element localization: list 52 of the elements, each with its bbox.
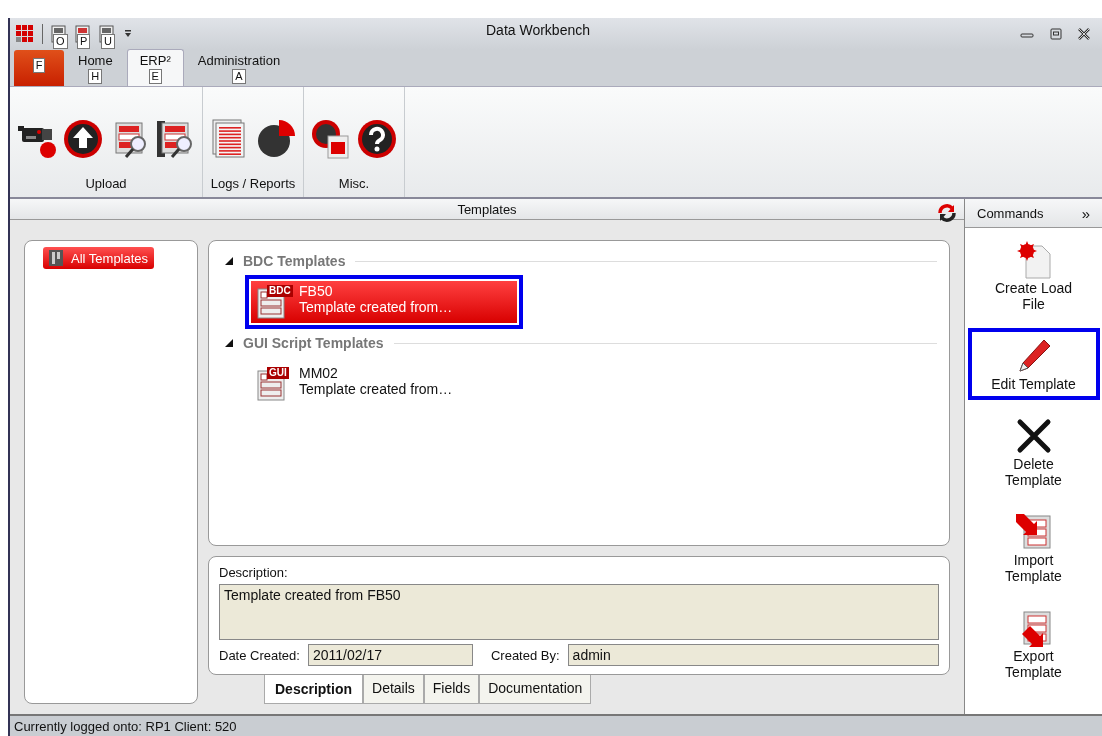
detail-tab[interactable]: Description xyxy=(264,675,363,704)
file-tab[interactable]: F xyxy=(14,50,64,86)
pie-chart-icon[interactable] xyxy=(255,117,297,160)
keytip: P xyxy=(77,34,91,49)
keytip: F xyxy=(32,58,46,73)
field-label: Date Created: xyxy=(219,647,300,663)
keytip: U xyxy=(101,34,115,49)
ribbon-group-label: Upload xyxy=(84,176,128,193)
clock-calendar-icon[interactable] xyxy=(310,117,352,160)
field-label: Description: xyxy=(219,565,289,580)
status-bar: Currently logged onto: RP1 Client: 520 xyxy=(10,714,1102,736)
detail-tab[interactable]: Fields xyxy=(423,675,480,704)
template-item[interactable]: GUI MM02 Template created from… xyxy=(251,363,517,405)
template-name: MM02 xyxy=(299,365,339,381)
ribbon-tab[interactable]: Administration A xyxy=(185,50,293,86)
close-icon[interactable] xyxy=(1078,28,1090,40)
dropdown-icon[interactable] xyxy=(123,29,133,39)
detail-tab[interactable]: Documentation xyxy=(479,675,592,704)
description-field[interactable]: Template created from FB50 xyxy=(219,584,939,640)
template-type-badge: GUI xyxy=(267,367,289,379)
app-grid-icon[interactable] xyxy=(16,25,34,43)
help-icon[interactable] xyxy=(356,117,398,160)
template-description: Template created from… xyxy=(299,381,453,397)
expanded-triangle-icon[interactable] xyxy=(225,257,233,265)
import-icon xyxy=(1013,512,1054,552)
created-by-field[interactable]: admin xyxy=(567,644,939,666)
window-title: Data Workbench xyxy=(486,22,591,40)
ribbon-group-label: Logs / Reports xyxy=(209,176,297,193)
expanded-triangle-icon[interactable] xyxy=(225,339,233,347)
ribbon-tab[interactable]: ERP² E xyxy=(126,49,184,86)
panel-title: Templates xyxy=(457,201,517,217)
command-button[interactable]: Edit Template xyxy=(967,328,1100,400)
group-heading: BDC Templates xyxy=(243,253,346,269)
template-description: Template created from… xyxy=(299,299,453,315)
template-item[interactable]: BDC FB50 Template created from… xyxy=(251,281,517,323)
ribbon-tab[interactable]: Home H xyxy=(66,50,125,86)
collapse-toggle[interactable]: » xyxy=(1081,204,1090,222)
template-name: FB50 xyxy=(299,283,334,299)
refresh-icon[interactable] xyxy=(936,202,958,224)
field-label: Created By: xyxy=(490,647,560,663)
keytip: O xyxy=(53,34,68,49)
keytip: E xyxy=(148,69,162,84)
template-type-badge: BDC xyxy=(267,285,293,297)
category-item[interactable]: All Templates xyxy=(43,247,155,269)
date-field[interactable]: 2011/02/17 xyxy=(307,644,473,666)
maximize-icon[interactable] xyxy=(1050,28,1062,40)
detail-tab[interactable]: Details xyxy=(363,675,424,704)
keytip: H xyxy=(88,69,103,84)
keytip: A xyxy=(232,69,246,84)
commands-title: Commands xyxy=(977,205,1044,221)
group-heading: GUI Script Templates xyxy=(243,335,384,351)
ribbon-group-label: Misc. xyxy=(337,176,371,193)
